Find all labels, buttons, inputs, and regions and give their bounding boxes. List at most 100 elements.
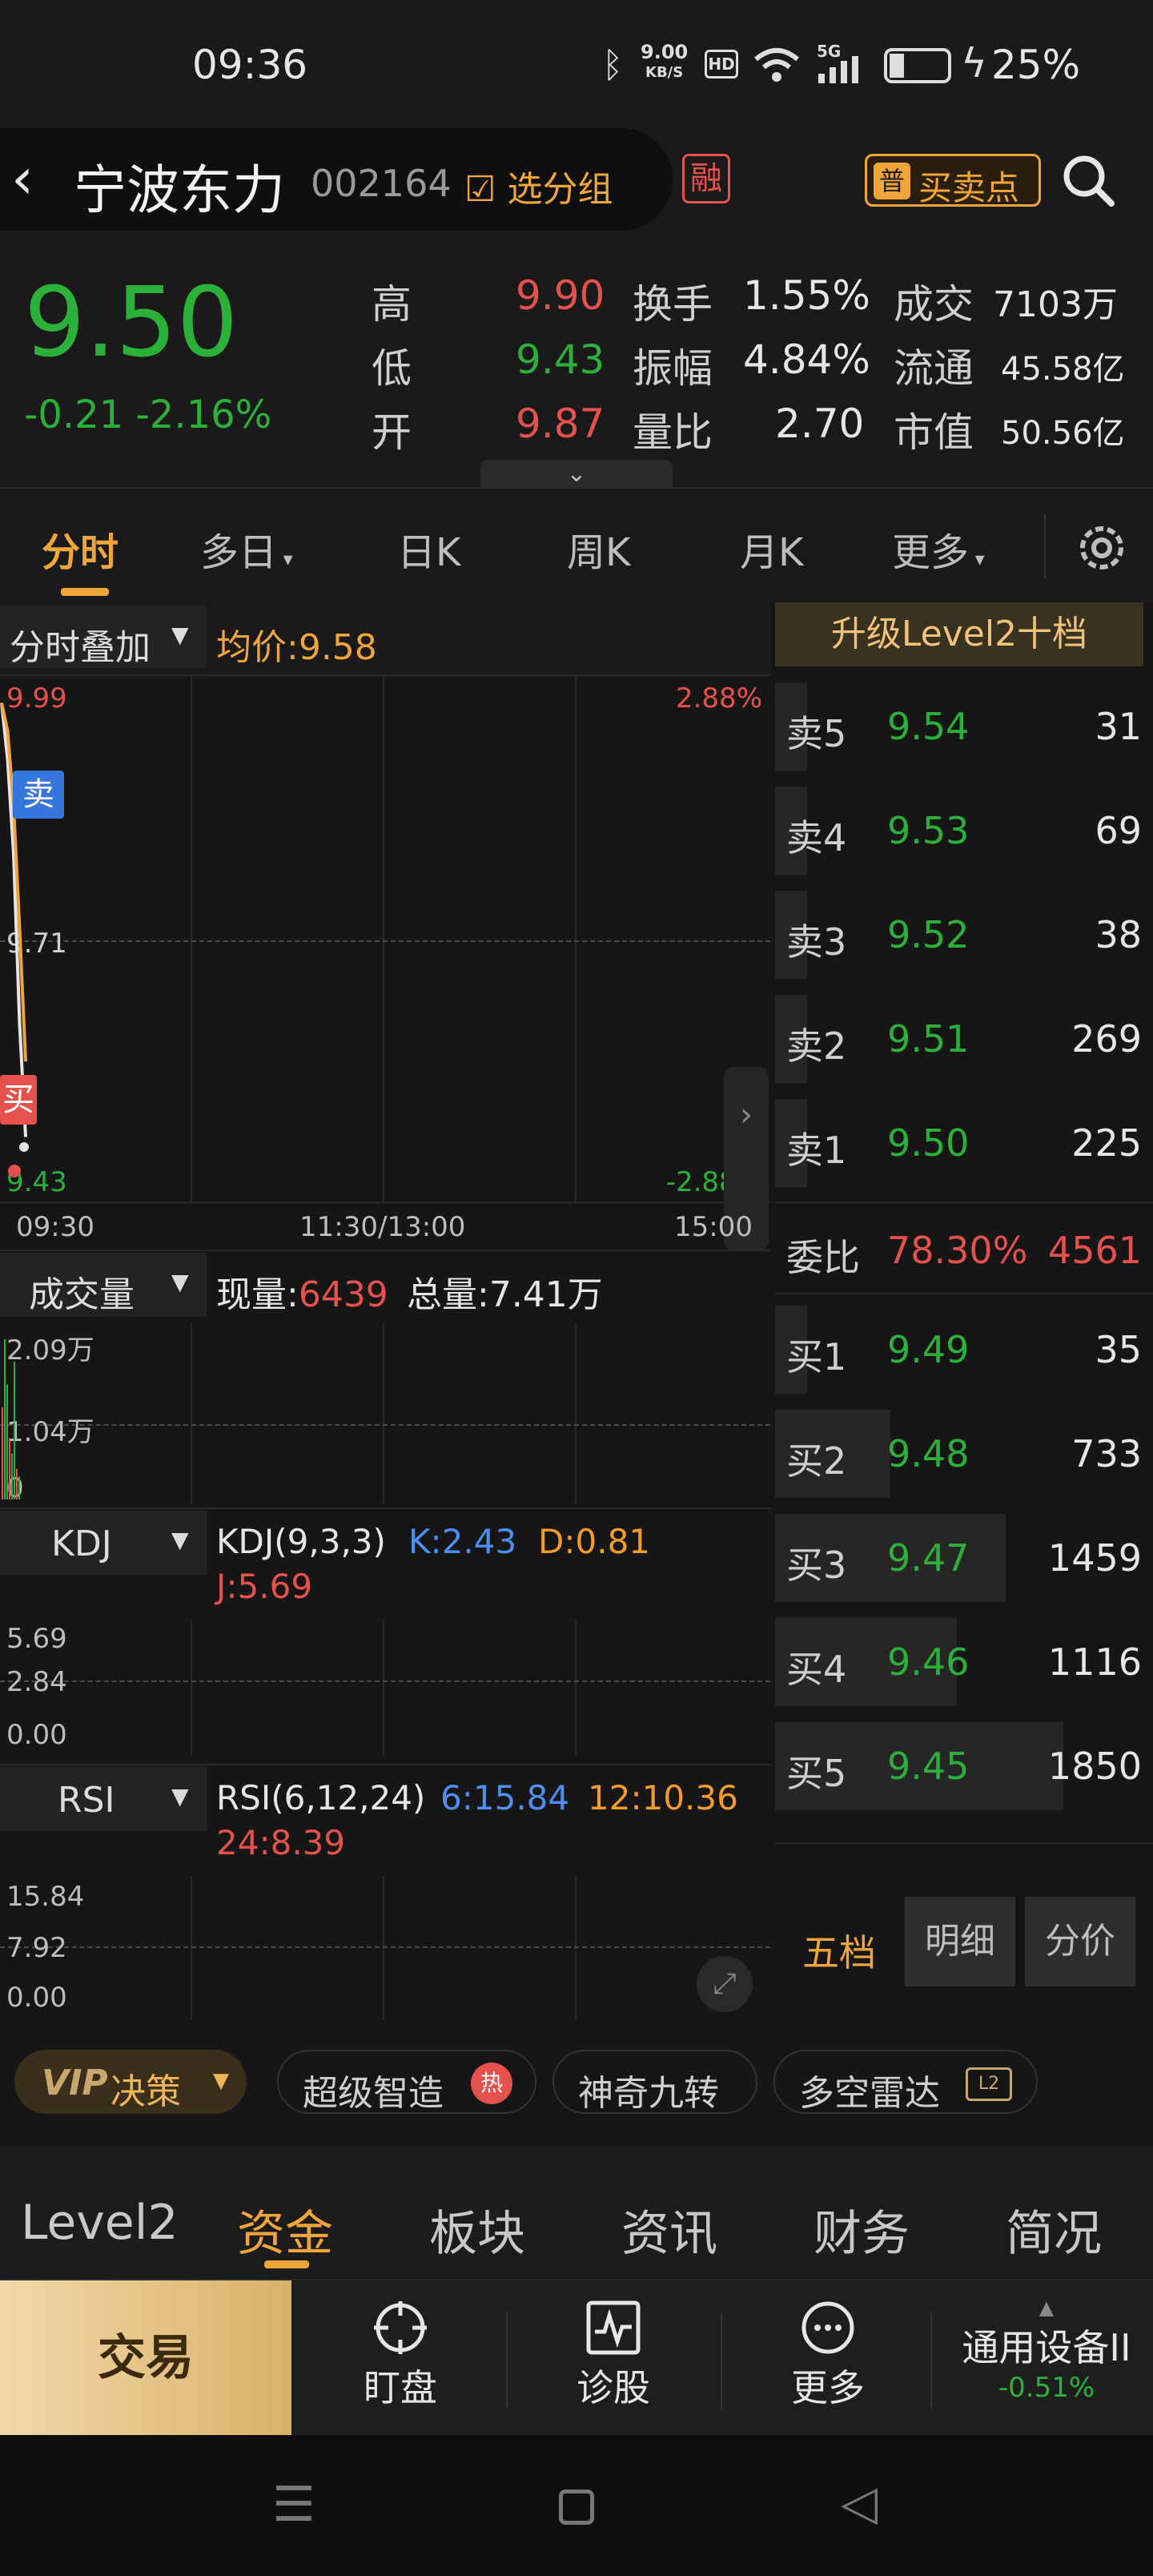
tab-weekly-k[interactable]: 周K: [567, 521, 630, 577]
tab-sector[interactable]: 板块: [429, 2195, 525, 2264]
level-label: 卖3: [786, 920, 847, 964]
high-value: 9.90: [516, 272, 605, 319]
float-label: 流通: [894, 345, 974, 392]
high-label: 高: [372, 281, 412, 328]
level-label: 卖2: [786, 1024, 847, 1068]
rsi-y-top: 15.84: [6, 1881, 85, 1913]
search-icon[interactable]: [1060, 152, 1116, 208]
tab-level2[interactable]: Level2: [21, 2195, 179, 2251]
system-nav-bar: ☰ ◁: [0, 2435, 1153, 2576]
price-line: [0, 702, 27, 1137]
rsi-chart[interactable]: 15.84 7.92 0.00 ⤢: [0, 1876, 770, 2020]
tab-more[interactable]: 更多 ▾: [892, 521, 985, 577]
vip-decision-button[interactable]: VIP 决策 ▼: [14, 2050, 247, 2114]
sell-level-row[interactable]: 卖5 9.54 31: [775, 674, 1153, 779]
diagnose-button[interactable]: 诊股: [541, 2300, 685, 2428]
check-icon: ☑: [464, 169, 496, 210]
intraday-lines: [0, 702, 29, 1177]
tab-price-volume[interactable]: 分价: [1025, 1897, 1135, 1986]
fullscreen-icon[interactable]: ⤢: [697, 1956, 753, 2012]
back-icon[interactable]: ‹: [11, 146, 34, 211]
level-vol: 69: [1095, 809, 1142, 852]
magic-nine-button[interactable]: 神奇九转: [552, 2050, 757, 2114]
level-label: 卖4: [786, 816, 847, 859]
kdj-j: J:5.69: [216, 1567, 313, 1606]
tab-news[interactable]: 资讯: [621, 2195, 717, 2264]
mcap-label: 市值: [894, 409, 974, 456]
level-label: 买5: [786, 1752, 847, 1795]
intraday-chart[interactable]: 9.99 9.71 9.43 2.88% -2.88% 卖 买 ›: [0, 674, 770, 1251]
tab-funds[interactable]: 资金: [237, 2195, 333, 2264]
current-point: [19, 1142, 29, 1152]
sell-level-row[interactable]: 卖4 9.53 69: [775, 779, 1153, 883]
back-nav-icon[interactable]: ◁: [841, 2475, 878, 2531]
sell-tag[interactable]: 卖: [13, 771, 64, 819]
buy-tag[interactable]: 买: [0, 1075, 37, 1125]
level-vol: 733: [1071, 1432, 1142, 1475]
volume-header: 成交量 ▼ 现量:6439 总量:7.41万: [0, 1253, 770, 1325]
group-select[interactable]: ☑ 选分组: [464, 160, 613, 211]
tab-indicator: [61, 588, 109, 596]
trade-button[interactable]: 交易: [0, 2280, 291, 2437]
tab-multiday[interactable]: 多日 ▾: [200, 521, 293, 577]
sector-quote-button[interactable]: ▲ 通用设备II -0.51%: [940, 2296, 1153, 2425]
level-vol: 1850: [1047, 1745, 1142, 1788]
chart-area: 分时叠加 ▼ 均价:9.58 9.99 9.71 9.43 2.88% -2.8…: [0, 602, 770, 2024]
volume-chart[interactable]: 2.09万 1.04万 0: [0, 1323, 770, 1504]
level-vol: 38: [1095, 913, 1142, 956]
sell-level-row[interactable]: 卖2 9.51 269: [775, 987, 1153, 1091]
home-icon[interactable]: [559, 2489, 594, 2525]
bull-bear-radar-button[interactable]: 多空雷达 L2: [773, 2050, 1038, 2114]
rsi-y-bot: 0.00: [6, 1982, 67, 2014]
tab-daily-k[interactable]: 日K: [397, 521, 460, 577]
super-manufacture-button[interactable]: 超级智造 热: [277, 2050, 536, 2114]
settings-gear-icon[interactable]: [1073, 519, 1131, 577]
menu-icon[interactable]: ☰: [272, 2477, 315, 2533]
tab-intraday[interactable]: 分时: [42, 521, 119, 577]
tab-profile[interactable]: 简况: [1006, 2195, 1102, 2264]
kdj-chart[interactable]: 5.69 2.84 0.00: [0, 1620, 770, 1756]
buy-level-row[interactable]: 买1 9.49 35: [775, 1298, 1153, 1402]
buysell-button[interactable]: 普 买卖点: [865, 154, 1041, 207]
volume-select[interactable]: 成交量 ▼: [0, 1253, 207, 1317]
time-mid: 11:30/13:00: [299, 1211, 466, 1243]
volume-bar: [6, 1384, 8, 1499]
volume-bar: [9, 1438, 10, 1499]
wifi-icon: [754, 48, 799, 82]
buy-level-row[interactable]: 买5 9.45 1850: [775, 1714, 1153, 1818]
feature-toolbar: VIP 决策 ▼ 超级智造 热 神奇九转 多空雷达 L2: [0, 2031, 1153, 2135]
kdj-y-top: 5.69: [6, 1623, 67, 1655]
tab-five-levels[interactable]: 五档: [783, 1924, 895, 1977]
ratio-value: 2.70: [775, 400, 865, 447]
stock-name: 宁波东力: [74, 159, 285, 221]
rsi-title: RSI(6,12,24): [216, 1778, 426, 1817]
level-label: 卖1: [786, 1129, 847, 1172]
time-end: 15:00: [674, 1211, 753, 1243]
level-price: 9.46: [887, 1640, 970, 1684]
tab-detail[interactable]: 明细: [905, 1897, 1015, 1986]
volume-bar: [18, 1476, 20, 1499]
level2-upgrade-button[interactable]: 升级Level2十档: [775, 602, 1143, 666]
overlay-select[interactable]: 分时叠加 ▼: [0, 606, 207, 668]
buy-level-row[interactable]: 买2 9.48 733: [775, 1402, 1153, 1506]
volume-bar: [11, 1453, 13, 1499]
more-dots-icon: [801, 2301, 854, 2354]
buy-level-row[interactable]: 买3 9.47 1459: [775, 1506, 1153, 1610]
expand-chevron-icon[interactable]: ⌄: [480, 460, 673, 489]
sell-level-row[interactable]: 卖3 9.52 38: [775, 883, 1153, 987]
watch-button[interactable]: 盯盘: [328, 2300, 472, 2428]
pulse-chart-icon: [586, 2300, 641, 2355]
sell-level-row[interactable]: 卖1 9.50 225: [775, 1091, 1153, 1195]
more-button[interactable]: 更多: [756, 2300, 900, 2428]
level-label: 卖5: [786, 712, 847, 755]
order-book: 升级Level2十档 卖5 9.54 31 卖4 9.53 69 卖3 9.52 38 卖2 9.5…: [775, 602, 1153, 2024]
dropdown-icon: ▼: [213, 2069, 229, 2093]
level-price: 9.51: [887, 1017, 970, 1061]
rsi-select[interactable]: RSI ▼: [0, 1767, 207, 1831]
tab-finance[interactable]: 财务: [814, 2195, 910, 2264]
buy-level-row[interactable]: 买4 9.46 1116: [775, 1610, 1153, 1714]
kdj-select[interactable]: KDJ ▼: [0, 1511, 207, 1575]
tab-monthly-k[interactable]: 月K: [740, 521, 803, 577]
margin-badge: 融: [682, 154, 730, 203]
level-price: 9.48: [887, 1432, 970, 1475]
